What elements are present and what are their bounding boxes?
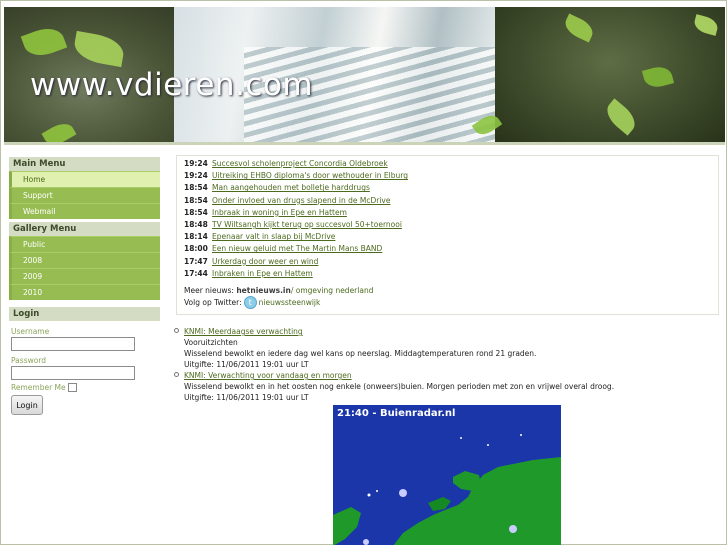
twitter-handle-link[interactable]: nieuwssteenwijk — [259, 298, 321, 307]
remember-me-label: Remember Me — [11, 383, 66, 392]
news-link[interactable]: Man aangehouden met bolletje harddrugs — [212, 183, 370, 192]
password-input[interactable] — [11, 366, 135, 380]
forecast-link[interactable]: KNMI: Meerdaagse verwachting — [184, 327, 303, 336]
radar-rain-cell — [520, 434, 522, 436]
news-item: 18:48 TV Wiltsangh kijkt terug op succesv… — [184, 219, 718, 231]
radar-rain-cell — [460, 437, 462, 439]
news-item: 18:54 Inbraak in woning in Epe en Hattem — [184, 207, 718, 219]
remember-me-row: Remember Me — [11, 383, 158, 392]
news-item: 17:44 Inbraken in Epe en Hattem — [184, 268, 718, 280]
bullet-icon — [174, 328, 179, 333]
news-time: 19:24 — [184, 171, 208, 181]
more-news-prefix: Meer nieuws: — [184, 285, 234, 295]
forecast-line: Uitgifte: 11/06/2011 19:01 uur LT — [184, 360, 309, 369]
twitter-prefix: Volg op Twitter: — [184, 297, 242, 307]
banner-rock-right — [495, 7, 725, 142]
gallery-item-public[interactable]: Public — [9, 236, 160, 252]
login-box: Login Username Password Remember Me Logi… — [9, 307, 160, 419]
news-link[interactable]: Inbraak in woning in Epe en Hattem — [212, 208, 347, 217]
news-time: 17:44 — [184, 268, 208, 278]
news-time: 18:14 — [184, 232, 208, 242]
news-box: 19:24 Succesvol scholenproject Concordia … — [176, 155, 719, 315]
news-time: 18:54 — [184, 195, 208, 205]
radar-rain-cell — [399, 489, 407, 497]
radar-rain-cell — [487, 444, 489, 446]
radar-rain-cell — [509, 525, 517, 533]
gallery-item-2009[interactable]: 2009 — [9, 268, 160, 284]
weather-forecast: KNMI: Meerdaagse verwachting Vooruitzich… — [173, 326, 723, 403]
radar-title: 21:40 - Buienradar.nl — [337, 408, 456, 419]
main-menu-title: Main Menu — [9, 157, 160, 171]
news-time: 18:54 — [184, 207, 208, 217]
forecast-item: KNMI: Meerdaagse verwachting Vooruitzich… — [173, 326, 723, 370]
bullet-icon — [174, 372, 179, 377]
login-button[interactable]: Login — [11, 395, 43, 415]
more-news-source: hetnieuws.in — [236, 285, 291, 295]
news-item: 18:14 Epenaar valt in slaap bij McDrive — [184, 231, 718, 243]
main-menu-item-home[interactable]: Home — [9, 171, 160, 187]
forecast-item: KNMI: Verwachting voor vandaag en morgen… — [173, 370, 723, 403]
twitter-follow: Volg op Twitter: t nieuwssteenwijk — [184, 295, 718, 309]
news-item: 18:54 Onder invloed van drugs slapend in … — [184, 195, 718, 207]
main-menu-item-support[interactable]: Support — [9, 187, 160, 203]
news-link[interactable]: Een nieuw geluid met The Martin Mans BAN… — [212, 244, 382, 253]
news-time: 18:54 — [184, 183, 208, 193]
news-link[interactable]: Epenaar valt in slaap bij McDrive — [212, 232, 335, 241]
username-label: Username — [11, 327, 50, 336]
login-title: Login — [9, 307, 160, 321]
main-menu-item-webmail[interactable]: Webmail — [9, 203, 160, 219]
forecast-link[interactable]: KNMI: Verwachting voor vandaag en morgen — [184, 371, 352, 380]
radar-rain-cell — [363, 539, 369, 545]
radar-map — [333, 405, 561, 545]
sidebar: Main Menu Home Support Webmail Gallery M… — [9, 157, 160, 419]
news-time: 17:47 — [184, 256, 208, 266]
twitter-bird-icon[interactable]: t — [243, 295, 257, 309]
site-title: www.vdieren.com — [30, 67, 314, 103]
news-link[interactable]: Uitreiking EHBO diploma's door wethouder… — [212, 171, 408, 180]
news-item: 18:00 Een nieuw geluid met The Martin Man… — [184, 243, 718, 255]
news-link[interactable]: TV Wiltsangh kijkt terug op succesvol 50… — [212, 220, 402, 229]
gallery-item-2010[interactable]: 2010 — [9, 284, 160, 300]
news-item: 19:24 Succesvol scholenproject Concordia … — [184, 158, 718, 170]
rain-radar-image[interactable]: 21:40 - Buienradar.nl — [333, 405, 561, 545]
page-frame: www.vdieren.com Main Menu Home Support W… — [0, 0, 727, 545]
news-link[interactable]: Urkerdag door weer en wind — [212, 257, 318, 266]
forecast-line: Wisselend bewolkt en iedere dag wel kans… — [184, 349, 537, 358]
forecast-line: Uitgifte: 11/06/2011 19:01 uur LT — [184, 393, 309, 402]
news-link[interactable]: Onder invloed van drugs slapend in de Mc… — [212, 196, 390, 205]
radar-rain-cell — [376, 490, 378, 492]
gallery-menu-title: Gallery Menu — [9, 222, 160, 236]
news-link[interactable]: Inbraken in Epe en Hattem — [212, 269, 313, 278]
forecast-line: Wisselend bewolkt en in het oosten nog e… — [184, 382, 615, 391]
more-news-link[interactable]: / omgeving nederland — [291, 286, 374, 295]
news-time: 19:24 — [184, 159, 208, 168]
forecast-line: Vooruitzichten — [184, 338, 238, 347]
news-time: 18:48 — [184, 219, 208, 229]
header-banner: www.vdieren.com — [4, 7, 725, 145]
remember-me-checkbox[interactable] — [67, 383, 77, 392]
gallery-item-2008[interactable]: 2008 — [9, 252, 160, 268]
news-list: 19:24 Succesvol scholenproject Concordia … — [184, 158, 718, 280]
radar-rain-cell — [367, 493, 371, 497]
news-link[interactable]: Succesvol scholenproject Concordia Oldeb… — [212, 159, 388, 168]
news-item: 19:24 Uitreiking EHBO diploma's door weth… — [184, 170, 718, 182]
news-item: 18:54 Man aangehouden met bolletje harddr… — [184, 182, 718, 194]
username-input[interactable] — [11, 337, 135, 351]
news-item: 17:47 Urkerdag door weer en wind — [184, 256, 718, 268]
password-label: Password — [11, 356, 47, 365]
news-time: 18:00 — [184, 244, 208, 254]
more-news: Meer nieuws: hetnieuws.in/ omgeving nede… — [184, 286, 718, 295]
